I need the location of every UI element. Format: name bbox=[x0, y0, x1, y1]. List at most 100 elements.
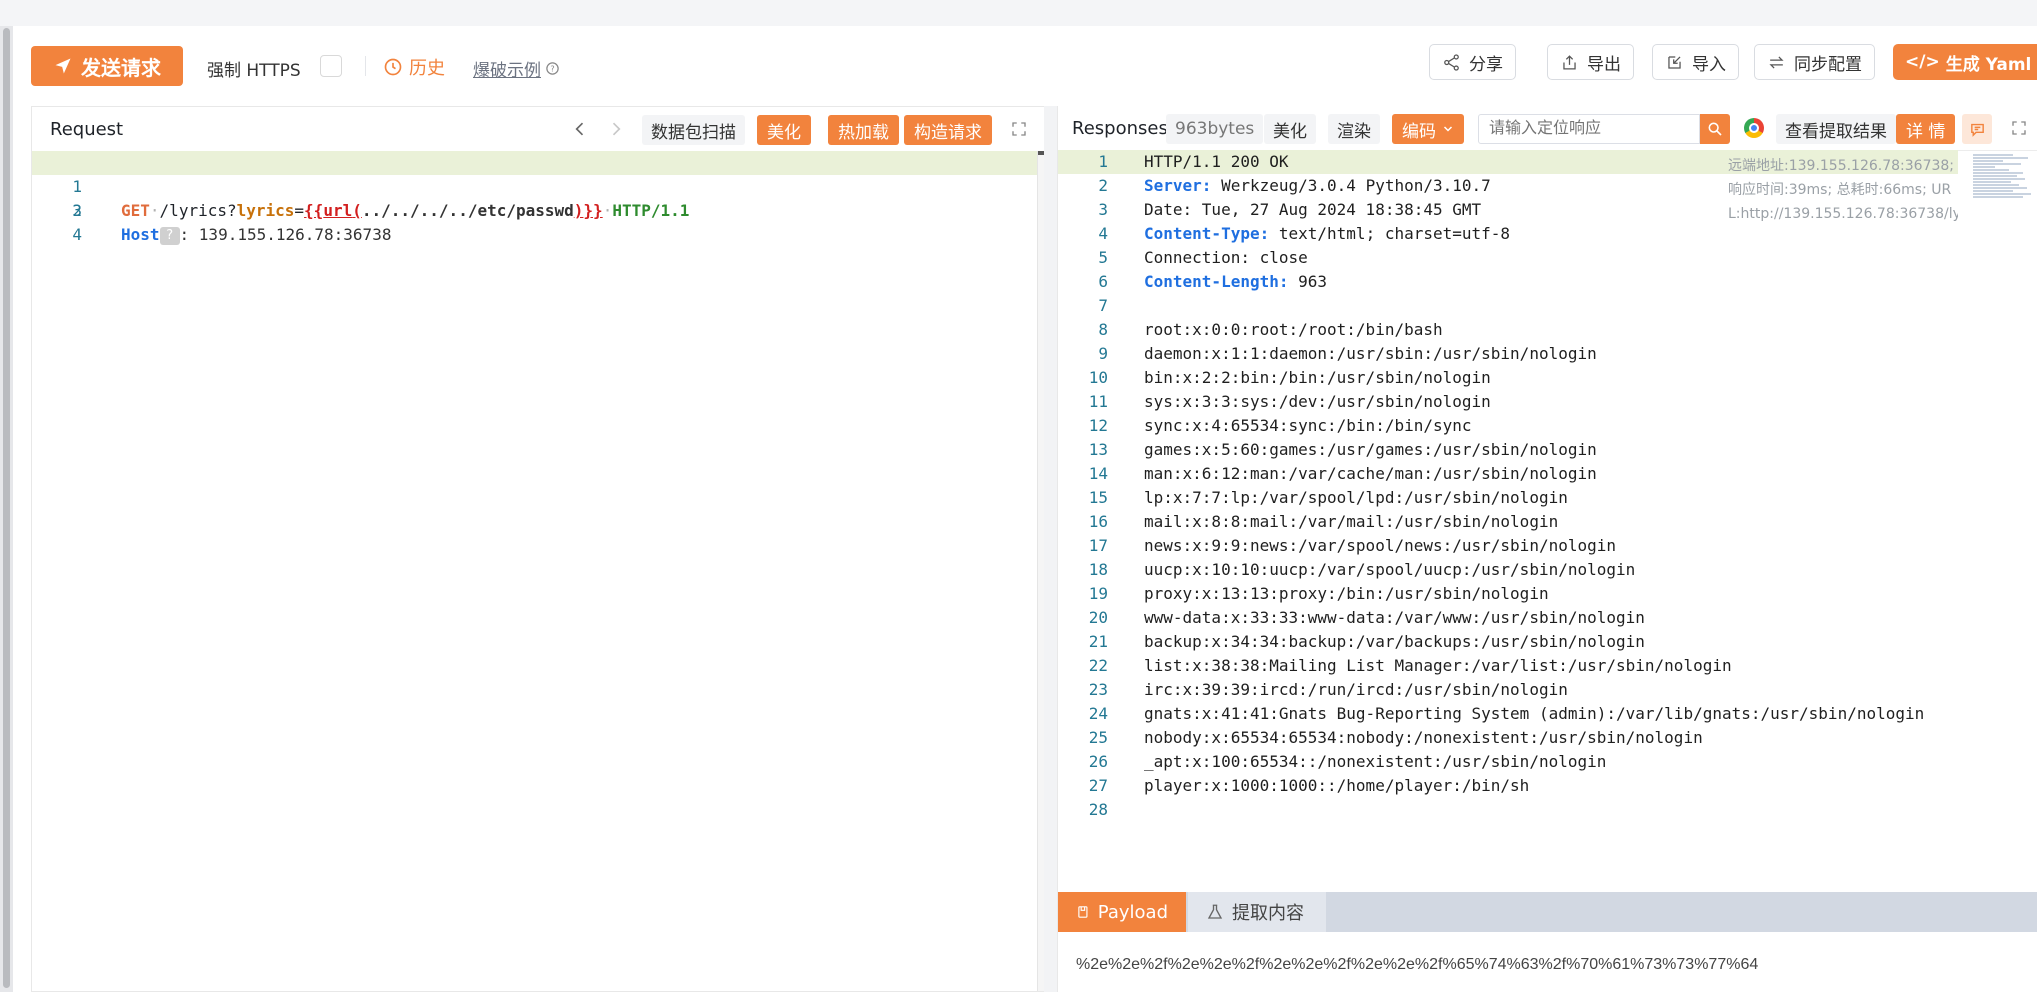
history-button[interactable]: 历史 bbox=[383, 54, 445, 80]
sync-config-button[interactable]: 同步配置 bbox=[1754, 44, 1875, 80]
request-beautify-button[interactable]: 美化 bbox=[757, 115, 811, 145]
svg-text:?: ? bbox=[550, 64, 554, 74]
toolbar: 发送请求 强制 HTTPS 历史 爆破示例 ? 分享 导出 导入 同步配置 </… bbox=[13, 26, 2037, 106]
code-minimap[interactable] bbox=[1973, 154, 2031, 214]
share-label: 分享 bbox=[1469, 54, 1503, 75]
outer-scrollbar-thumb[interactable] bbox=[3, 28, 10, 988]
brute-examples-link[interactable]: 爆破示例 ? bbox=[473, 56, 560, 81]
response-line-text: sys:x:3:3:sys:/dev:/usr/sbin/nologin bbox=[1144, 392, 1491, 411]
request-line: 4 bbox=[32, 223, 1058, 247]
response-line-text: Date: Tue, 27 Aug 2024 18:38:45 GMT bbox=[1144, 200, 1482, 219]
flask-icon bbox=[1207, 904, 1223, 919]
detail-button[interactable]: 详 情 bbox=[1896, 114, 1956, 144]
fullscreen-icon[interactable] bbox=[1010, 120, 1028, 138]
export-button[interactable]: 导出 bbox=[1547, 44, 1634, 80]
line-number: 3 bbox=[1098, 200, 1108, 219]
tab-payload[interactable]: Payload bbox=[1058, 892, 1186, 932]
brute-examples-label: 爆破示例 bbox=[473, 61, 541, 81]
response-size-label: 963bytes bbox=[1175, 119, 1255, 139]
response-url: L:http://139.155.126.78:36738/ly... bbox=[1728, 206, 1958, 222]
response-line-text: _apt:x:100:65534::/nonexistent:/usr/sbin… bbox=[1144, 752, 1607, 771]
response-line-text: man:x:6:12:man:/var/cache/man:/usr/sbin/… bbox=[1144, 464, 1597, 483]
response-line-text: nobody:x:65534:65534:nobody:/nonexistent… bbox=[1144, 728, 1703, 747]
hotload-button[interactable]: 热加载 bbox=[828, 115, 899, 145]
outer-scrollbar[interactable] bbox=[0, 26, 13, 992]
chrome-icon[interactable] bbox=[1744, 118, 1764, 138]
build-request-button[interactable]: 构造请求 bbox=[904, 115, 992, 145]
header-value: Werkzeug/3.0.4 Python/3.10.7 bbox=[1211, 176, 1491, 195]
render-button[interactable]: 渲染 bbox=[1328, 114, 1380, 144]
line-number: 3 bbox=[72, 201, 82, 220]
response-line: 19 proxy:x:13:13:proxy:/bin:/usr/sbin/nol… bbox=[1058, 582, 2037, 606]
import-icon bbox=[1668, 55, 1681, 69]
fullscreen-icon[interactable] bbox=[2010, 119, 2028, 137]
line-number: 23 bbox=[1088, 680, 1108, 699]
response-beautify-button[interactable]: 美化 bbox=[1264, 114, 1316, 144]
response-timing: 响应时间:39ms; 总耗时:66ms; UR bbox=[1728, 182, 1952, 198]
line-number: 28 bbox=[1088, 800, 1108, 819]
request-editor[interactable]: 1 GET·/lyrics?lyrics={{url(../../../../e… bbox=[32, 151, 1058, 247]
line-number: 20 bbox=[1088, 608, 1108, 627]
encoding-label: 编码 bbox=[1402, 121, 1436, 142]
response-line-text: backup:x:34:34:backup:/var/backups:/usr/… bbox=[1144, 632, 1645, 651]
tab-extract-label: 提取内容 bbox=[1232, 903, 1304, 924]
response-pane: Responses 963bytes 美化 渲染 编码 查看提取结果 详 情 1… bbox=[1057, 106, 2037, 992]
line-number: 18 bbox=[1088, 560, 1108, 579]
header-value: 963 bbox=[1288, 272, 1328, 291]
sync-icon bbox=[1769, 56, 1784, 68]
response-line: 14 man:x:6:12:man:/var/cache/man:/usr/sbi… bbox=[1058, 462, 2037, 486]
header-value: text/html; charset=utf-8 bbox=[1269, 224, 1511, 243]
line-number: 5 bbox=[1098, 248, 1108, 267]
response-line-text: HTTP/1.1 200 OK bbox=[1144, 152, 1289, 171]
upload-icon bbox=[1563, 54, 1576, 69]
export-label: 导出 bbox=[1587, 54, 1621, 75]
request-title: Request bbox=[50, 119, 124, 140]
response-line-text: daemon:x:1:1:daemon:/usr/sbin:/usr/sbin/… bbox=[1144, 344, 1597, 363]
response-line: 21 backup:x:34:34:backup:/var/backups:/us… bbox=[1058, 630, 2037, 654]
response-line-text: player:x:1000:1000::/home/player:/bin/sh bbox=[1144, 776, 1530, 795]
response-line: 26 _apt:x:100:65534::/nonexistent:/usr/sb… bbox=[1058, 750, 2037, 774]
response-line: 24 gnats:x:41:41:Gnats Bug-Reporting Syst… bbox=[1058, 702, 2037, 726]
encoding-dropdown[interactable]: 编码 bbox=[1392, 114, 1464, 144]
search-icon bbox=[1708, 122, 1722, 136]
response-line: 23 irc:x:39:39:ircd:/run/ircd:/usr/sbin/n… bbox=[1058, 678, 2037, 702]
request-beautify-label: 美化 bbox=[767, 122, 801, 143]
line-number: 26 bbox=[1088, 752, 1108, 771]
comment-button[interactable] bbox=[1962, 114, 1992, 144]
packet-scan-button[interactable]: 数据包扫描 bbox=[642, 115, 745, 145]
force-https-checkbox[interactable] bbox=[320, 55, 342, 77]
response-line: 12 sync:x:4:65534:sync:/bin:/bin/sync bbox=[1058, 414, 2037, 438]
chevron-right-icon[interactable] bbox=[606, 119, 626, 139]
line-number: 21 bbox=[1088, 632, 1108, 651]
request-line: 2 Host?: 139.155.126.78:36738 bbox=[32, 175, 1058, 245]
share-button[interactable]: 分享 bbox=[1429, 44, 1516, 80]
line-number: 19 bbox=[1088, 584, 1108, 603]
line-number: 9 bbox=[1098, 344, 1108, 363]
line-number: 13 bbox=[1088, 440, 1108, 459]
main-area: 发送请求 强制 HTTPS 历史 爆破示例 ? 分享 导出 导入 同步配置 </… bbox=[13, 26, 2037, 992]
import-button[interactable]: 导入 bbox=[1652, 44, 1739, 80]
line-number: 25 bbox=[1088, 728, 1108, 747]
send-icon bbox=[55, 58, 71, 74]
response-line-text: games:x:5:60:games:/usr/games:/usr/sbin/… bbox=[1144, 440, 1597, 459]
chevron-left-icon[interactable] bbox=[570, 119, 590, 139]
response-viewer[interactable]: 1 HTTP/1.1 200 OK 2 Server: Werkzeug/3.0.4… bbox=[1058, 150, 2037, 822]
tab-extract[interactable]: 提取内容 bbox=[1188, 892, 1326, 932]
build-request-label: 构造请求 bbox=[914, 122, 982, 143]
send-request-button[interactable]: 发送请求 bbox=[31, 46, 183, 86]
send-request-label: 发送请求 bbox=[81, 55, 161, 80]
generate-yaml-label: 生成 Yaml 模 bbox=[1945, 54, 2037, 75]
code-icon: </> bbox=[1905, 52, 1940, 72]
line-number: 14 bbox=[1088, 464, 1108, 483]
response-line-text: list:x:38:38:Mailing List Manager:/var/l… bbox=[1144, 656, 1732, 675]
response-line-text: lp:x:7:7:lp:/var/spool/lpd:/usr/sbin/nol… bbox=[1144, 488, 1568, 507]
generate-yaml-button[interactable]: </> 生成 Yaml 模 bbox=[1893, 44, 2037, 80]
response-line-text: uucp:x:10:10:uucp:/var/spool/uucp:/usr/s… bbox=[1144, 560, 1636, 579]
response-line: 27 player:x:1000:1000::/home/player:/bin/… bbox=[1058, 774, 2037, 798]
locate-search-button[interactable] bbox=[1700, 114, 1730, 144]
view-extract-button[interactable]: 查看提取结果 bbox=[1776, 114, 1896, 144]
request-line: 3 bbox=[32, 199, 1058, 223]
response-line-text: sync:x:4:65534:sync:/bin:/bin/sync bbox=[1144, 416, 1472, 435]
response-line-text: Connection: close bbox=[1144, 248, 1308, 267]
locate-response-input[interactable] bbox=[1478, 114, 1700, 144]
